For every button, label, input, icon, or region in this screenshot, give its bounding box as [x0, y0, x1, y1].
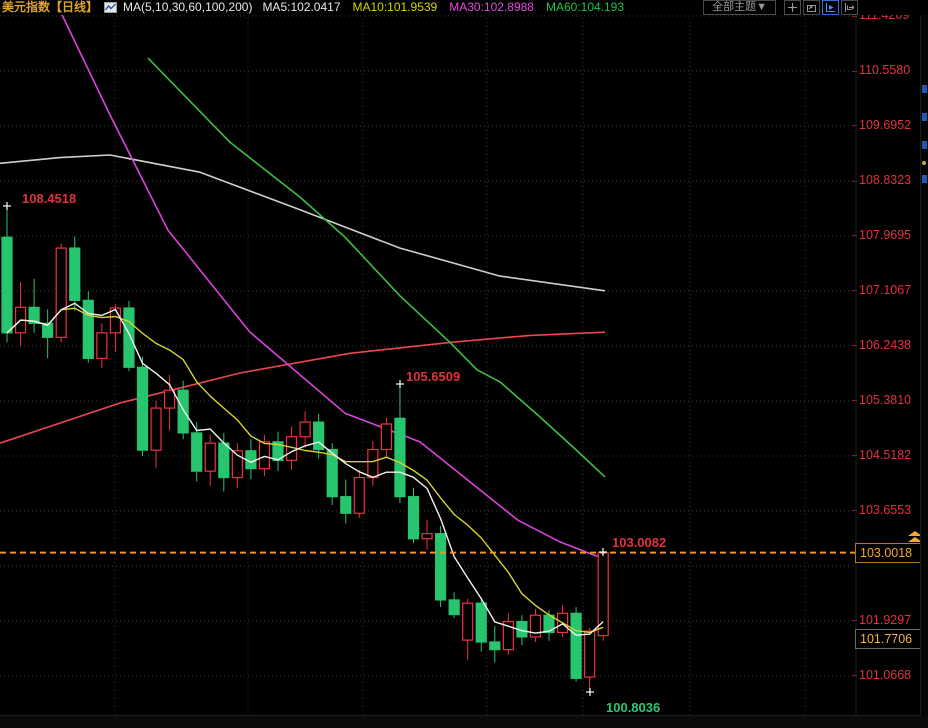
playback-icon-button[interactable]	[822, 0, 839, 15]
candle[interactable]	[571, 613, 581, 678]
price-chart-canvas[interactable]: 108.4518 105.6509 103.0082 100.8036	[0, 0, 928, 728]
candle[interactable]	[124, 308, 134, 367]
axis-tick-label: 101.9297	[859, 613, 911, 627]
price-annotation: 108.4518	[22, 191, 76, 206]
axis-tick-label: 109.6952	[859, 118, 911, 132]
candle[interactable]	[395, 418, 405, 496]
crosshair-icon-button[interactable]	[784, 0, 801, 15]
ma-legend: MA5:102.0417 MA10:101.9539 MA30:102.8988 MA…	[262, 0, 624, 15]
axis-tick-label: 106.2438	[859, 338, 911, 352]
ma-legend-item: MA5:102.0417	[262, 0, 340, 15]
candle[interactable]	[165, 390, 175, 408]
axis-tick-label: 101.0668	[859, 668, 911, 682]
candle[interactable]	[300, 422, 310, 437]
side-tab-glyph	[922, 175, 927, 183]
axis-tick-dash	[852, 125, 857, 126]
candle[interactable]	[449, 600, 459, 615]
app-root: 108.4518 105.6509 103.0082 100.8036 美元指数【日线…	[0, 0, 928, 728]
price-axis[interactable]: 103.0018 101.7706 111.4209110.5580109.69…	[852, 0, 928, 716]
axis-tick-dash	[852, 235, 857, 236]
axis-tick-dash	[852, 510, 857, 511]
axis-tick-dash	[852, 290, 857, 291]
candle[interactable]	[151, 408, 161, 450]
candle[interactable]	[178, 390, 188, 433]
axis-tick-label: 107.1067	[859, 283, 911, 297]
candle[interactable]	[83, 300, 93, 358]
candle[interactable]	[205, 443, 215, 471]
prev-close-box: 101.7706	[855, 629, 925, 649]
candle[interactable]	[354, 478, 364, 514]
candle[interactable]	[192, 433, 202, 471]
axis-tick-dash	[852, 455, 857, 456]
side-tab-glyph	[922, 85, 927, 93]
expand-pane-icon-button[interactable]	[841, 0, 858, 15]
side-tab-glyph	[922, 141, 927, 149]
ma-legend-item: MA30:102.8988	[449, 0, 534, 15]
axis-tick-dash	[852, 400, 857, 401]
candle[interactable]	[422, 534, 432, 539]
axis-tick-label: 103.6553	[859, 503, 911, 517]
candle[interactable]	[381, 424, 391, 449]
candle[interactable]	[585, 631, 595, 677]
playback-icon	[826, 3, 835, 12]
axis-tick-dash	[852, 181, 857, 182]
pane-layout-icon	[807, 3, 816, 12]
top-toolbar: 美元指数【日线】 MA(5,10,30,60,100,200) MA5:102.…	[0, 0, 928, 15]
candle[interactable]	[490, 642, 500, 650]
axis-tick-label: 108.8323	[859, 173, 911, 187]
axis-tick-dash	[852, 16, 857, 17]
candle[interactable]	[409, 497, 419, 539]
candle[interactable]	[138, 367, 148, 450]
candle[interactable]	[476, 603, 486, 642]
ma-settings-label: MA(5,10,30,60,100,200)	[123, 0, 252, 15]
side-tab-dot	[922, 161, 926, 165]
axis-tick-label: 105.3810	[859, 393, 911, 407]
ma-legend-item: MA10:101.9539	[353, 0, 438, 15]
axis-tick-dash	[852, 345, 857, 346]
side-tab-glyph	[922, 113, 927, 121]
ma-line-ma100	[0, 155, 605, 291]
chart-type-icon[interactable]	[104, 2, 117, 13]
theme-dropdown[interactable]: 全部主题▼	[703, 0, 776, 15]
axis-tick-label: 110.5580	[859, 63, 910, 77]
candle[interactable]	[97, 333, 107, 358]
axis-tick-dash	[852, 675, 857, 676]
candle[interactable]	[463, 603, 473, 640]
crosshair-icon	[788, 3, 797, 12]
candle[interactable]	[56, 248, 66, 337]
expand-pane-icon	[845, 3, 854, 12]
pane-layout-icon-button[interactable]	[803, 0, 820, 15]
ma-line-ma60	[148, 58, 605, 477]
symbol-title: 美元指数【日线】	[2, 0, 98, 15]
last-price-box: 103.0018	[855, 543, 925, 563]
price-annotation: 100.8036	[606, 700, 660, 715]
axis-tick-dash	[852, 620, 857, 621]
price-annotation: 105.6509	[406, 369, 460, 384]
candle[interactable]	[436, 534, 446, 600]
candle[interactable]	[368, 450, 378, 478]
ma-legend-item: MA60:104.193	[546, 0, 624, 15]
axis-tick-label: 104.5182	[859, 448, 911, 462]
axis-tick-label: 107.9695	[859, 228, 911, 242]
bottom-time-axis[interactable]	[0, 715, 928, 728]
collapsed-side-tab[interactable]	[920, 15, 928, 716]
candle[interactable]	[259, 442, 269, 469]
candle[interactable]	[341, 497, 351, 514]
candle[interactable]	[598, 553, 608, 636]
price-annotation: 103.0082	[612, 535, 666, 550]
candle[interactable]	[70, 248, 80, 300]
candle[interactable]	[219, 443, 229, 477]
candle[interactable]	[2, 237, 12, 333]
axis-tick-dash	[852, 71, 857, 72]
